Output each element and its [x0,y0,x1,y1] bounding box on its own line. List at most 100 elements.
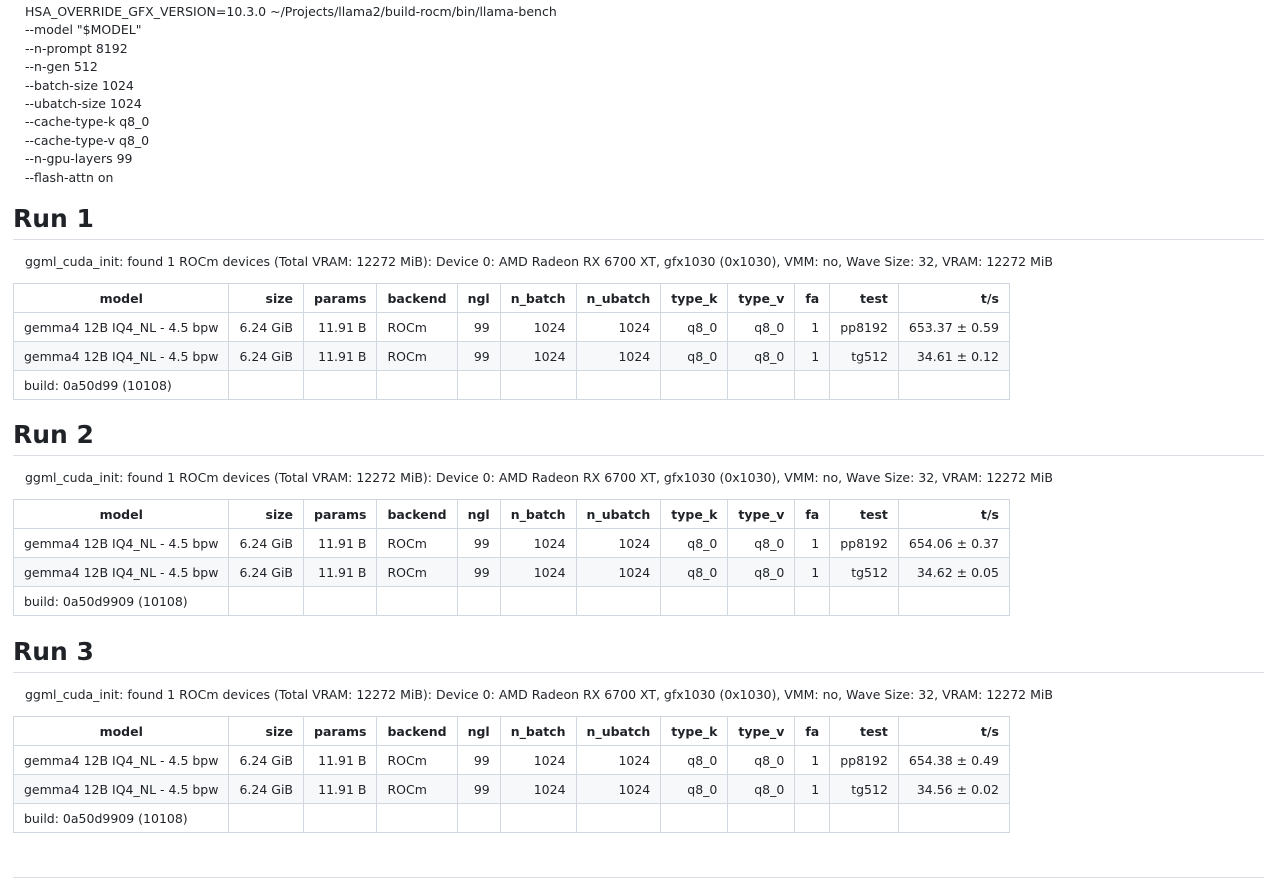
table-cell: 99 [456,528,501,558]
table-cell: q8_0 [727,528,796,558]
init-log: ggml_cuda_init: found 1 ROCm devices (To… [25,470,1053,485]
col-header: ngl [456,499,501,529]
empty-cell [456,586,501,616]
table-cell: 1024 [575,774,662,804]
table-row: gemma4 12B IQ4_NL - 4.5 bpw 6.24 GiB 11.… [12,312,1010,342]
col-header: ngl [456,283,501,313]
table-cell: ROCm [376,312,458,342]
table-cell: q8_0 [727,312,796,342]
results-table: model size params backend ngl n_batch n_… [12,499,1010,616]
table-cell: 6.24 GiB [228,745,305,775]
build-row: build: 0a50d9909 (10108) [12,586,1010,616]
col-header: type_k [660,716,729,746]
empty-cell [794,370,831,400]
table-cell: 99 [456,341,501,371]
table-cell: ROCm [376,341,458,371]
table-cell: q8_0 [660,745,729,775]
table-cell: q8_0 [660,341,729,371]
col-header: t/s [897,499,1010,529]
table-cell: 11.91 B [303,557,378,587]
table-cell: gemma4 12B IQ4_NL - 4.5 bpw [12,745,230,775]
table-row: gemma4 12B IQ4_NL - 4.5 bpw 6.24 GiB 11.… [12,341,1010,371]
build-info: build: 0a50d9909 (10108) [12,803,230,833]
table-cell: ROCm [376,745,458,775]
table-cell: gemma4 12B IQ4_NL - 4.5 bpw [12,341,230,371]
table-cell: 11.91 B [303,774,378,804]
table-cell: 99 [456,745,501,775]
col-header: size [228,499,305,529]
command-line: --batch-size 1024 [25,77,134,93]
table-cell: 1024 [575,341,662,371]
table-cell: 1024 [575,528,662,558]
col-header: params [303,283,378,313]
table-cell: tg512 [829,341,899,371]
header-row: model size params backend ngl n_batch n_… [12,499,1010,529]
table-cell: q8_0 [727,341,796,371]
table-cell: 1 [794,341,831,371]
empty-cell [303,370,378,400]
table-cell: tg512 [829,774,899,804]
empty-cell [456,370,501,400]
table-cell: 99 [456,774,501,804]
empty-cell [829,370,899,400]
run-heading: Run 2 [13,420,1264,456]
build-info: build: 0a50d99 (10108) [12,370,230,400]
col-header: backend [376,716,458,746]
table-cell: 11.91 B [303,341,378,371]
empty-cell [727,803,796,833]
empty-cell [499,370,577,400]
table-cell: 1024 [499,557,577,587]
table-cell: 654.38 ± 0.49 [897,745,1010,775]
table-row: gemma4 12B IQ4_NL - 4.5 bpw 6.24 GiB 11.… [12,745,1010,775]
table-cell: q8_0 [727,745,796,775]
table-cell: 1024 [499,774,577,804]
table-cell: q8_0 [727,557,796,587]
col-header: n_batch [499,499,577,529]
empty-cell [794,586,831,616]
results-table: model size params backend ngl n_batch n_… [12,716,1010,833]
col-header: n_ubatch [575,283,662,313]
col-header: test [829,716,899,746]
col-header: model [12,283,230,313]
table-cell: 11.91 B [303,312,378,342]
empty-cell [727,586,796,616]
divider [13,877,1264,878]
empty-cell [660,370,729,400]
table-cell: ROCm [376,774,458,804]
table-cell: 6.24 GiB [228,774,305,804]
empty-cell [376,803,458,833]
empty-cell [897,370,1010,400]
command-line: --n-gpu-layers 99 [25,151,133,167]
empty-cell [228,586,305,616]
empty-cell [499,803,577,833]
empty-cell [303,586,378,616]
empty-cell [897,803,1010,833]
table-cell: 34.61 ± 0.12 [897,341,1010,371]
table-cell: q8_0 [660,528,729,558]
table-cell: 99 [456,557,501,587]
table-cell: ROCm [376,528,458,558]
command-line: --flash-attn on [25,169,114,185]
command-line: --cache-type-v q8_0 [25,132,150,148]
col-header: backend [376,499,458,529]
empty-cell [829,803,899,833]
table-cell: 1024 [499,528,577,558]
col-header: type_k [660,283,729,313]
run-heading: Run 3 [13,637,1264,673]
command-line: --ubatch-size 1024 [25,96,142,112]
empty-cell [575,803,662,833]
build-row: build: 0a50d9909 (10108) [12,803,1010,833]
empty-cell [575,370,662,400]
table-cell: 1024 [499,341,577,371]
command-line: --model "$MODEL" [25,22,142,38]
col-header: test [829,499,899,529]
table-cell: gemma4 12B IQ4_NL - 4.5 bpw [12,528,230,558]
col-header: type_v [727,283,796,313]
empty-cell [794,803,831,833]
command-line: HSA_OVERRIDE_GFX_VERSION=10.3.0 ~/Projec… [25,4,557,19]
col-header: params [303,716,378,746]
build-info: build: 0a50d9909 (10108) [12,586,230,616]
col-header: test [829,283,899,313]
table-cell: tg512 [829,557,899,587]
run-section: Run 2 ggml_cuda_init: found 1 ROCm devic… [12,420,1264,616]
